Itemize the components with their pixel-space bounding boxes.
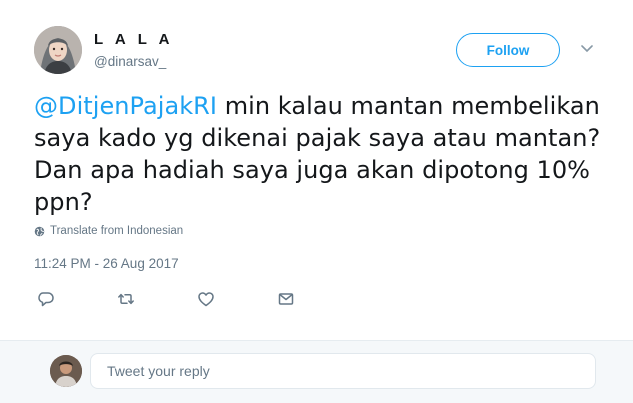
globe-icon [34, 226, 45, 236]
tweet-actions [34, 288, 314, 310]
reply-icon [38, 292, 54, 307]
follow-button[interactable]: Follow [456, 33, 560, 67]
translate-label[interactable]: Translate from Indonesian [50, 225, 183, 237]
reply-input[interactable]: Tweet your reply [90, 353, 596, 389]
avatar-portrait-icon [50, 355, 82, 387]
chevron-down-icon[interactable] [578, 42, 596, 56]
like-icon [198, 292, 214, 307]
user-display-name[interactable]: L A L A [94, 31, 174, 48]
reply-composer-bar: Tweet your reply [0, 340, 633, 403]
tweet-text: @DitjenPajakRI min kalau mantan membelik… [34, 90, 604, 218]
direct-message-icon [278, 293, 294, 305]
user-handle[interactable]: @dinarsav_ [94, 54, 166, 69]
mention-link[interactable]: @DitjenPajakRI [34, 92, 217, 120]
reply-button[interactable] [34, 288, 58, 310]
like-button[interactable] [194, 288, 218, 310]
retweet-button[interactable] [114, 288, 138, 310]
user-avatar[interactable] [34, 26, 82, 74]
retweet-icon [118, 293, 134, 305]
direct-message-button[interactable] [274, 288, 298, 310]
current-user-avatar [50, 355, 82, 387]
tweet-timestamp[interactable]: 11:24 PM - 26 Aug 2017 [34, 256, 179, 271]
translate-link[interactable]: Translate from Indonesian [34, 225, 183, 237]
avatar-portrait-icon [34, 26, 82, 74]
tweet-card: L A L A @dinarsav_ Follow @DitjenPajakRI… [0, 0, 633, 340]
